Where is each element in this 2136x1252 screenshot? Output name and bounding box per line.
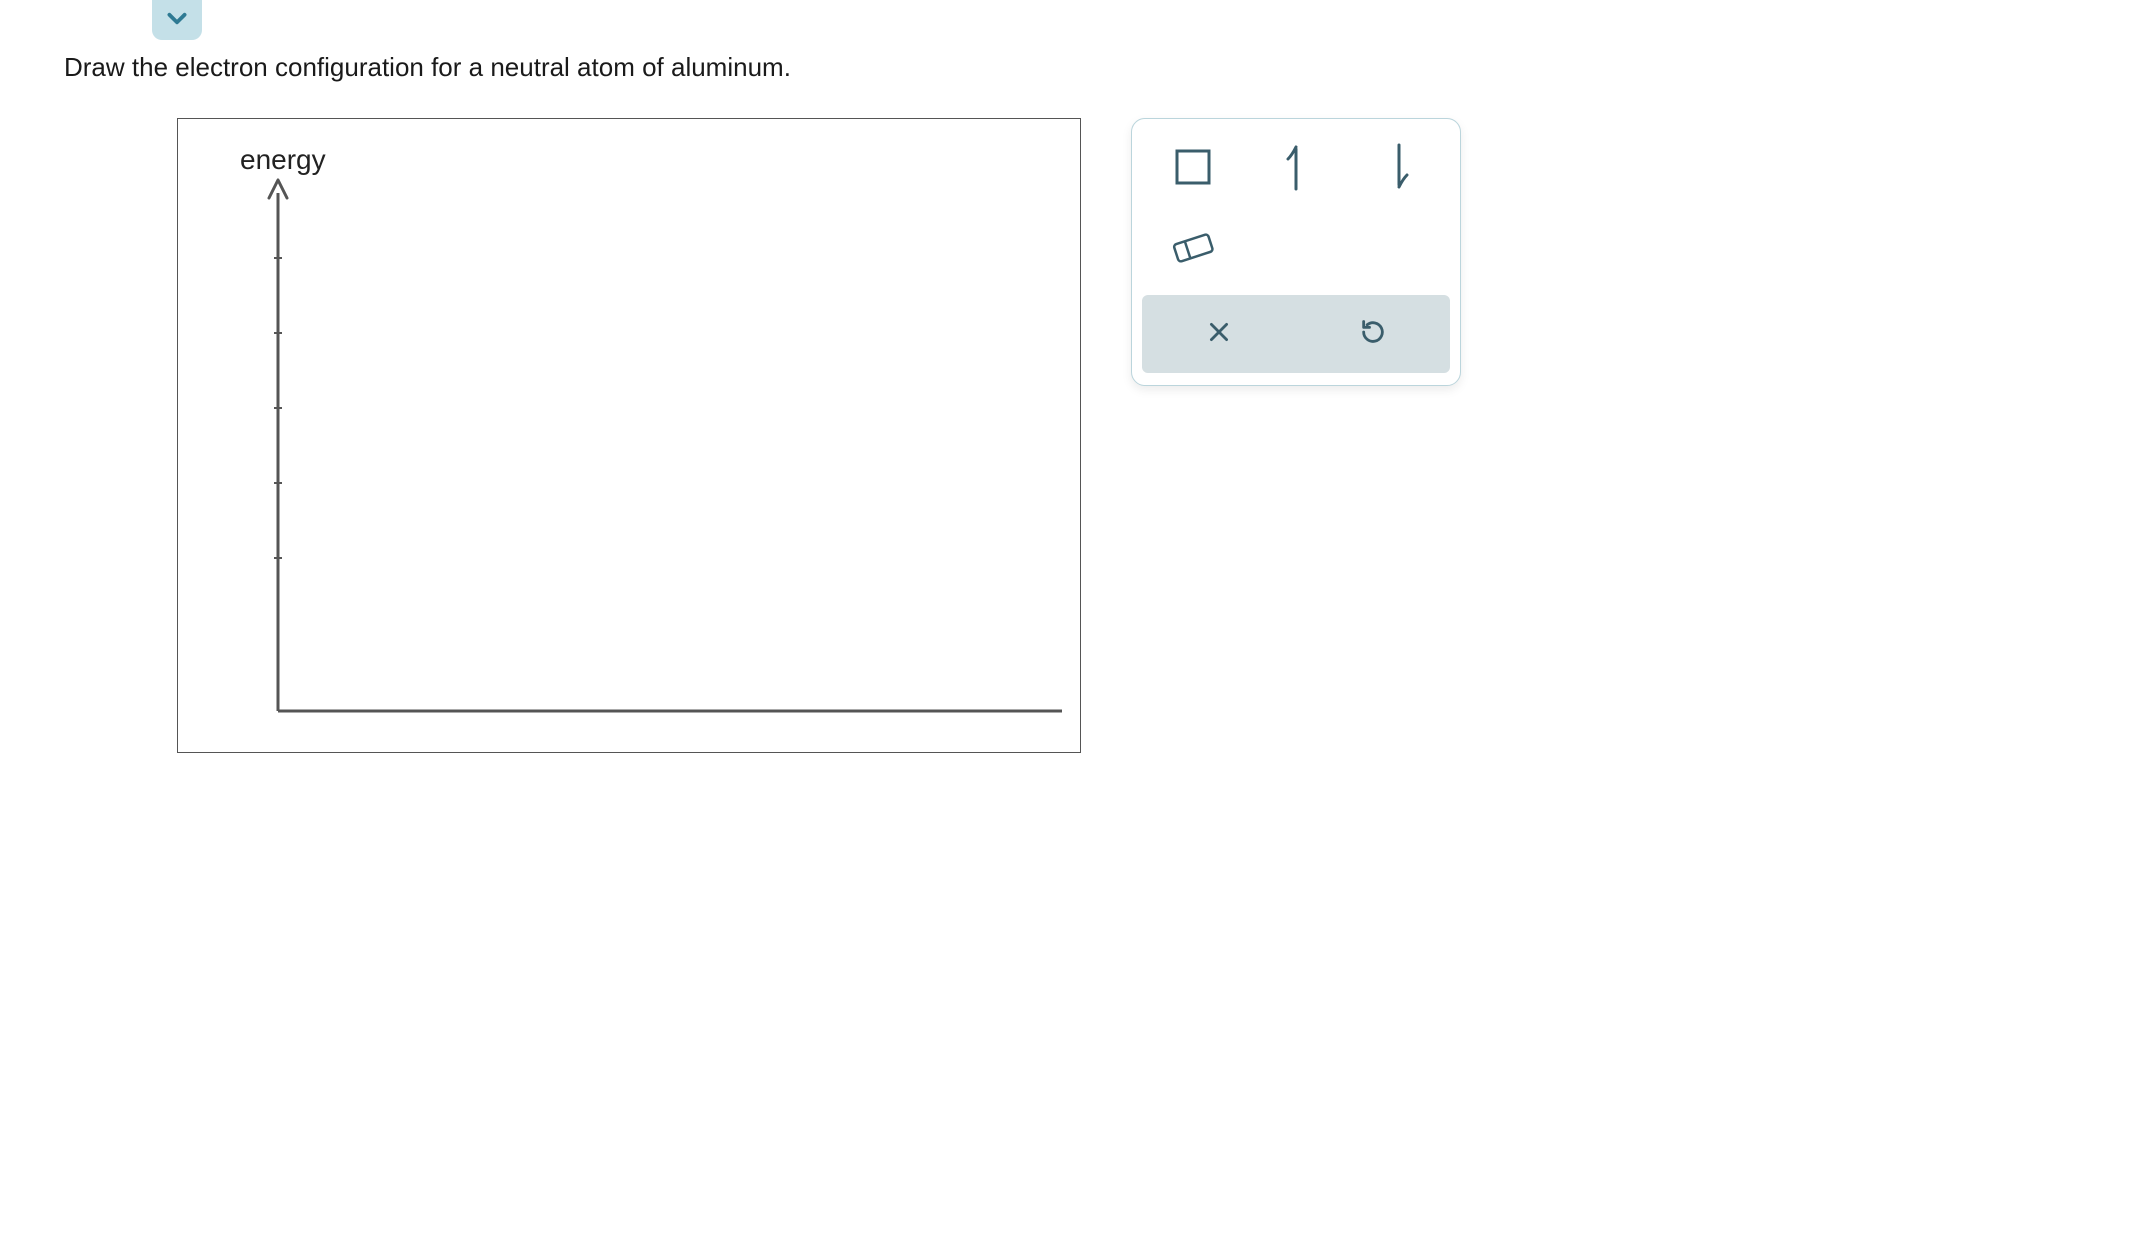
tool-row-2 [1142, 209, 1450, 289]
tool-row-1 [1142, 129, 1450, 209]
undo-reset-icon [1359, 318, 1387, 351]
eraser-icon [1165, 227, 1221, 272]
orbital-box-tool[interactable] [1142, 129, 1245, 209]
close-icon [1206, 319, 1232, 350]
spin-up-tool[interactable] [1245, 129, 1348, 209]
orbital-box-icon [1171, 145, 1215, 194]
chevron-down-icon [164, 5, 190, 36]
eraser-tool[interactable] [1142, 209, 1245, 289]
energy-axis [177, 118, 1081, 753]
question-prompt: Draw the electron configuration for a ne… [64, 52, 791, 83]
clear-button[interactable] [1142, 295, 1296, 373]
spin-down-arrow-icon [1377, 141, 1421, 198]
reset-button[interactable] [1296, 295, 1450, 373]
tool-panel [1131, 118, 1461, 386]
expand-button[interactable] [152, 0, 202, 40]
spin-down-tool[interactable] [1347, 129, 1450, 209]
spin-up-arrow-icon [1274, 141, 1318, 198]
tool-bottom-bar [1142, 295, 1450, 373]
